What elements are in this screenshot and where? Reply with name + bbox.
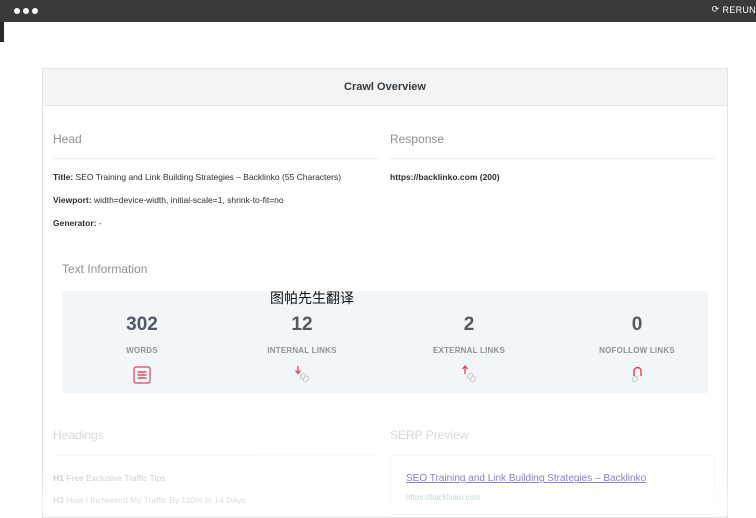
rerun-label: RERUN bbox=[722, 4, 756, 15]
stat-label: INTERNAL LINKS bbox=[267, 346, 337, 355]
heading-row: H3 How I Increased My Traffic By 110% In… bbox=[53, 495, 246, 505]
internal-link-icon bbox=[295, 366, 310, 383]
head-title-row: Title: SEO Training and Link Building St… bbox=[53, 172, 342, 182]
stat-label: NOFOLLOW LINKS bbox=[599, 346, 675, 355]
stat-label: WORDS bbox=[126, 346, 158, 355]
head-section-title: Head bbox=[53, 132, 82, 146]
stat-value: 0 bbox=[631, 314, 643, 335]
heading-row: H1 Free Exclusive Traffic Tips bbox=[53, 473, 166, 483]
serp-preview-box bbox=[390, 455, 715, 515]
window-menu-icon[interactable] bbox=[14, 8, 38, 14]
head-viewport-row: Viewport: width=device-width, initial-sc… bbox=[53, 195, 284, 205]
response-section-title: Response bbox=[390, 132, 445, 146]
left-edge bbox=[0, 22, 4, 42]
text-info-title: Text Information bbox=[62, 262, 148, 276]
panel-title: Crawl Overview bbox=[344, 81, 426, 93]
nofollow-link-icon bbox=[631, 366, 642, 383]
divider bbox=[53, 158, 378, 159]
text-info-stats: 302 WORDS 12 INTERNAL LINKS 2 EXTERNAL L… bbox=[62, 291, 708, 393]
head-generator-row: Generator: - bbox=[53, 218, 102, 228]
serp-preview-link[interactable]: SEO Training and Link Building Strategie… bbox=[406, 473, 646, 484]
stat-value: 2 bbox=[463, 314, 475, 335]
stat-label: EXTERNAL LINKS bbox=[433, 346, 505, 355]
stat-value: 12 bbox=[291, 314, 313, 335]
panel-header: Crawl Overview bbox=[43, 69, 727, 106]
list-icon bbox=[133, 366, 151, 384]
stat-value: 302 bbox=[126, 314, 158, 335]
divider bbox=[390, 158, 715, 159]
serp-preview-url: https://backlinko.com bbox=[406, 493, 481, 502]
divider bbox=[53, 455, 378, 456]
overlay-watermark-text: 图帕先生翻译 bbox=[270, 291, 354, 307]
response-value: https://backlinko.com (200) bbox=[390, 172, 500, 182]
headings-title: Headings bbox=[53, 428, 104, 442]
refresh-icon: ⟳ bbox=[711, 4, 720, 14]
rerun-button[interactable]: ⟳ RERUN bbox=[712, 4, 756, 15]
external-link-icon bbox=[462, 365, 477, 383]
serp-title: SERP Preview bbox=[390, 428, 469, 442]
top-toolbar: ⟳ RERUN bbox=[0, 0, 756, 22]
